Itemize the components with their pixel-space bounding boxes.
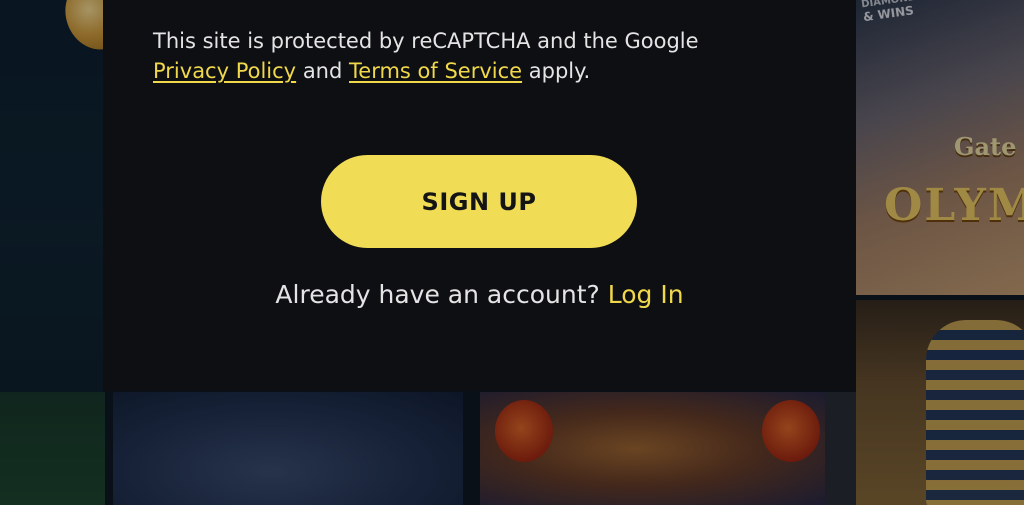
signup-modal: This site is protected by reCAPTCHA and … bbox=[103, 0, 856, 391]
cut-off-text bbox=[343, 0, 383, 6]
and-text: and bbox=[302, 59, 343, 83]
sign-up-button[interactable]: SIGN UP bbox=[321, 155, 637, 248]
apply-text: apply. bbox=[528, 59, 591, 83]
login-prompt: Already have an account? Log In bbox=[103, 276, 856, 314]
privacy-policy-link[interactable]: Privacy Policy bbox=[153, 59, 296, 83]
log-in-link[interactable]: Log In bbox=[608, 280, 684, 309]
already-account-text: Already have an account? bbox=[275, 280, 600, 309]
recaptcha-text: This site is protected by reCAPTCHA and … bbox=[153, 29, 699, 53]
recaptcha-notice: This site is protected by reCAPTCHA and … bbox=[153, 26, 813, 86]
terms-of-service-link[interactable]: Terms of Service bbox=[349, 59, 522, 83]
